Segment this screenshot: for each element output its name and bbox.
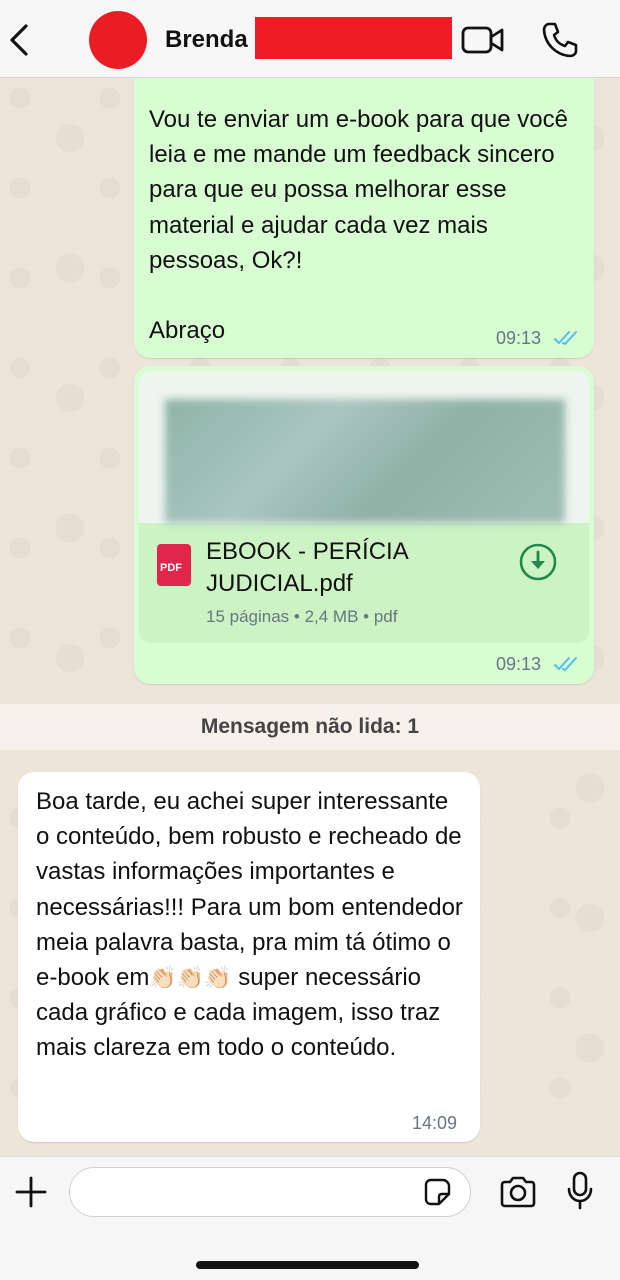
document-preview-thumbnail[interactable]: [139, 371, 589, 523]
composer-bar: [0, 1156, 620, 1280]
message-time: 09:13: [496, 654, 542, 674]
read-ticks-icon: [554, 330, 580, 346]
video-call-icon[interactable]: [460, 22, 506, 58]
pdf-file-icon: PDF: [157, 544, 191, 586]
document-meta: 15 páginas • 2,4 MB • pdf: [206, 607, 398, 626]
contact-name[interactable]: Brenda: [165, 26, 248, 54]
blurred-preview-image: [165, 399, 565, 523]
home-indicator: [196, 1261, 419, 1269]
redacted-contact-surname: [255, 17, 452, 59]
camera-icon[interactable]: [498, 1175, 538, 1209]
clapping-hands-emoji: 👏🏻👏🏻👏🏻: [149, 965, 232, 991]
sticker-icon[interactable]: [422, 1177, 452, 1207]
outgoing-document-bubble[interactable]: PDF EBOOK - PERÍCIA JUDICIAL.pdf 15 pági…: [134, 366, 594, 684]
read-ticks-icon: [554, 656, 580, 672]
message-input[interactable]: [69, 1167, 471, 1217]
message-time: 09:13: [496, 328, 542, 348]
document-file-name: EBOOK - PERÍCIA JUDICIAL.pdf: [206, 538, 408, 597]
contact-avatar[interactable]: [89, 11, 147, 69]
message-text: Vou te enviar um e-book para que você le…: [149, 106, 568, 345]
message-time: 14:09: [412, 1113, 458, 1133]
download-icon[interactable]: [518, 542, 558, 582]
chat-header: Brenda: [0, 0, 620, 78]
back-chevron-icon[interactable]: [6, 22, 36, 58]
pdf-badge-label: PDF: [160, 562, 182, 574]
incoming-message-bubble[interactable]: Boa tarde, eu achei super interessante o…: [18, 772, 480, 1142]
message-text-part-1: Boa tarde, eu achei super interessante o…: [36, 788, 463, 992]
microphone-icon[interactable]: [566, 1171, 594, 1211]
document-card[interactable]: PDF EBOOK - PERÍCIA JUDICIAL.pdf 15 pági…: [139, 371, 589, 643]
unread-messages-divider: Mensagem não lida: 1: [0, 704, 620, 750]
message-text: Boa tarde, eu achei super interessante o…: [36, 784, 468, 1066]
phone-call-icon[interactable]: [540, 20, 580, 60]
plus-attach-icon[interactable]: [14, 1175, 48, 1209]
outgoing-message-bubble[interactable]: Vou te enviar um e-book para que você le…: [134, 78, 594, 358]
